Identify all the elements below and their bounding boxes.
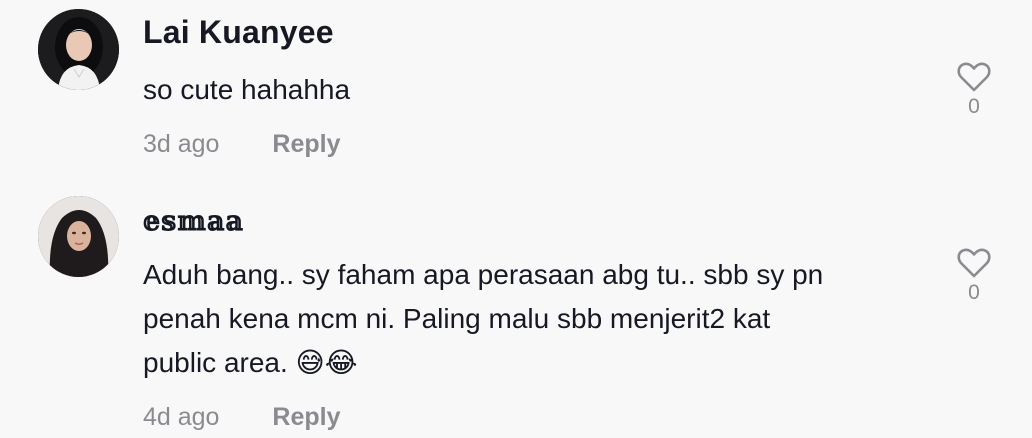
comment-text-line: so cute hahahha [143,74,351,105]
reply-button[interactable]: Reply [272,130,340,159]
comment-text-line: public area. 😅😂 [143,347,358,378]
comment-meta: 4d ago Reply [143,403,341,432]
heart-outline-icon [957,248,991,278]
like-button[interactable]: 0 [952,61,996,119]
comment-timestamp: 4d ago [143,403,220,431]
comment-meta: 3d ago Reply [143,130,341,159]
comment-text-line: Aduh bang.. sy faham apa perasaan abg tu… [143,259,824,290]
comment-text: so cute hahahha [143,68,350,112]
avatar[interactable] [38,196,119,277]
heart-outline-icon [957,62,991,92]
avatar-photo-icon [38,196,119,277]
like-count: 0 [968,281,980,304]
comment-username[interactable]: Lai Kuanyee [143,14,334,51]
comment-text-line: penah kena mcm ni. Paling malu sbb menje… [143,303,771,334]
avatar[interactable] [38,9,119,90]
reply-button[interactable]: Reply [272,403,340,432]
like-button[interactable]: 0 [952,247,996,305]
comment-username[interactable]: 𝕖𝕤𝕞𝕒𝕒 [143,206,244,237]
like-count: 0 [968,95,980,118]
comment-text: Aduh bang.. sy faham apa perasaan abg tu… [143,253,823,385]
avatar-photo-icon [38,9,119,90]
comment-timestamp: 3d ago [143,130,220,158]
